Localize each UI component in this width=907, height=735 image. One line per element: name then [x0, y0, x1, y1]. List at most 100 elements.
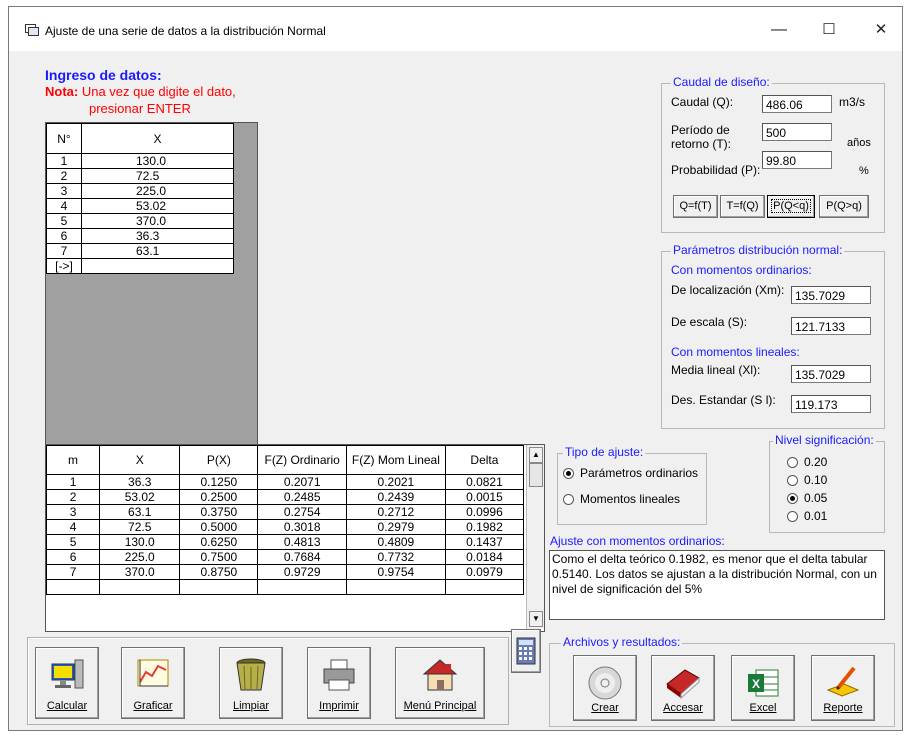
results-cell[interactable]: 0.1437 — [444, 534, 525, 550]
results-col-header[interactable]: F(Z) Ordinario — [257, 445, 347, 475]
results-cell[interactable]: 0.1250 — [179, 474, 259, 490]
results-cell[interactable]: 5 — [45, 534, 101, 550]
results-grid[interactable]: m X P(X) F(Z) Ordinario F(Z) Mom Lineal Delta… — [45, 444, 545, 632]
results-cell[interactable]: 2 — [45, 489, 101, 505]
results-row[interactable]: 3 63.1 0.3750 0.2754 0.2712 0.0996 — [45, 504, 525, 520]
menu-principal-button[interactable]: Menú Principal — [395, 647, 485, 719]
new-data-row[interactable]: [->] — [46, 258, 234, 274]
periodo-input[interactable]: 500 — [762, 123, 832, 141]
col-header-x[interactable]: X — [81, 123, 234, 154]
results-cell[interactable]: 0.5000 — [179, 519, 259, 535]
results-col-header[interactable]: Delta — [444, 445, 525, 475]
data-row[interactable]: 4 53.02 — [46, 198, 234, 214]
results-row[interactable]: 2 53.02 0.2500 0.2485 0.2439 0.0015 — [45, 489, 525, 505]
close-button[interactable]: ✕ — [859, 17, 903, 43]
radio-momentos-lineales[interactable] — [563, 494, 574, 505]
results-cell[interactable]: 53.02 — [99, 489, 181, 505]
excel-button[interactable]: X Excel — [731, 655, 795, 721]
results-cell[interactable]: 36.3 — [99, 474, 181, 490]
results-cell[interactable]: 0.0184 — [444, 549, 525, 565]
results-cell[interactable]: 0.7684 — [257, 549, 347, 565]
data-row-index[interactable]: 3 — [46, 183, 82, 199]
results-cell[interactable]: 0.2485 — [257, 489, 347, 505]
results-cell[interactable]: 370.0 — [99, 564, 181, 580]
data-row-value[interactable]: 72.5 — [81, 168, 234, 184]
results-row[interactable]: 1 36.3 0.1250 0.2071 0.2021 0.0821 — [45, 474, 525, 490]
results-cell[interactable]: 0.2500 — [179, 489, 259, 505]
data-row-value[interactable]: 53.02 — [81, 198, 234, 214]
data-row-value[interactable]: 63.1 — [81, 243, 234, 259]
results-cell[interactable]: 0.4813 — [257, 534, 347, 550]
des-estandar-input[interactable]: 119.173 — [791, 395, 871, 413]
p-greater-button[interactable]: P(Q>q) — [819, 195, 869, 218]
radio-nivel-010[interactable] — [787, 475, 798, 486]
data-row[interactable]: 5 370.0 — [46, 213, 234, 229]
crear-button[interactable]: Crear — [573, 655, 637, 721]
results-cell[interactable]: 0.0979 — [444, 564, 525, 580]
results-cell[interactable]: 0.7732 — [345, 549, 446, 565]
data-row-index[interactable]: 2 — [46, 168, 82, 184]
accesar-button[interactable]: Accesar — [651, 655, 715, 721]
data-row[interactable]: 6 36.3 — [46, 228, 234, 244]
results-cell[interactable]: 0.7500 — [179, 549, 259, 565]
results-cell[interactable]: 130.0 — [99, 534, 181, 550]
probabilidad-input[interactable]: 99.80 — [762, 151, 832, 169]
results-cell[interactable]: 0.2712 — [345, 504, 446, 520]
results-cell[interactable]: 0.8750 — [179, 564, 259, 580]
scroll-up-icon[interactable]: ▲ — [529, 447, 543, 463]
results-cell[interactable]: 0.0821 — [444, 474, 525, 490]
results-cell[interactable]: 6 — [45, 549, 101, 565]
calculator-button[interactable] — [511, 629, 541, 673]
q-of-t-button[interactable]: Q=f(T) — [673, 195, 718, 218]
results-col-header[interactable]: F(Z) Mom Lineal — [345, 445, 446, 475]
data-row-index[interactable]: 6 — [46, 228, 82, 244]
results-cell[interactable]: 0.2754 — [257, 504, 347, 520]
data-row[interactable]: 7 63.1 — [46, 243, 234, 259]
limpiar-button[interactable]: Limpiar — [219, 647, 283, 719]
localizacion-input[interactable]: 135.7029 — [791, 286, 871, 304]
radio-nivel-020[interactable] — [787, 457, 798, 468]
col-header-n[interactable]: N° — [46, 123, 82, 154]
results-cell[interactable]: 0.4809 — [345, 534, 446, 550]
reporte-button[interactable]: Reporte — [811, 655, 875, 721]
results-cell[interactable]: 72.5 — [99, 519, 181, 535]
results-cell[interactable]: 0.0996 — [444, 504, 525, 520]
data-row-value[interactable]: 225.0 — [81, 183, 234, 199]
results-scrollbar[interactable]: ▲ ▼ — [526, 445, 544, 629]
results-cell[interactable]: 0.2071 — [257, 474, 347, 490]
results-col-header[interactable]: P(X) — [179, 445, 259, 475]
escala-input[interactable]: 121.7133 — [791, 317, 871, 335]
results-row[interactable]: 7 370.0 0.8750 0.9729 0.9754 0.0979 — [45, 564, 525, 580]
results-col-header[interactable]: X — [99, 445, 181, 475]
results-cell[interactable]: 7 — [45, 564, 101, 580]
imprimir-button[interactable]: Imprimir — [307, 647, 371, 719]
results-cell[interactable]: 0.3750 — [179, 504, 259, 520]
caudal-q-input[interactable]: 486.06 — [762, 95, 832, 113]
p-less-button[interactable]: P(Q<q) — [767, 195, 815, 218]
data-row[interactable]: 2 72.5 — [46, 168, 234, 184]
results-col-header[interactable]: m — [45, 445, 101, 475]
data-row-index[interactable]: 7 — [46, 243, 82, 259]
results-cell[interactable]: 63.1 — [99, 504, 181, 520]
data-row-value[interactable]: 130.0 — [81, 153, 234, 169]
results-cell[interactable]: 0.3018 — [257, 519, 347, 535]
results-cell[interactable]: 0.6250 — [179, 534, 259, 550]
results-row[interactable]: 5 130.0 0.6250 0.4813 0.4809 0.1437 — [45, 534, 525, 550]
results-cell[interactable]: 3 — [45, 504, 101, 520]
t-of-q-button[interactable]: T=f(Q) — [720, 195, 765, 218]
results-cell[interactable]: 0.9729 — [257, 564, 347, 580]
data-row-index[interactable]: 5 — [46, 213, 82, 229]
data-row-index[interactable]: 1 — [46, 153, 82, 169]
results-row[interactable]: 4 72.5 0.5000 0.3018 0.2979 0.1982 — [45, 519, 525, 535]
results-cell[interactable]: 225.0 — [99, 549, 181, 565]
radio-nivel-005[interactable] — [787, 493, 798, 504]
calcular-button[interactable]: Calcular — [35, 647, 99, 719]
maximize-button[interactable]: ☐ — [807, 17, 851, 43]
minimize-button[interactable]: — — [757, 17, 801, 43]
new-row-value[interactable] — [81, 258, 234, 274]
media-lineal-input[interactable]: 135.7029 — [791, 365, 871, 383]
data-row[interactable]: 1 130.0 — [46, 153, 234, 169]
ajuste-result-text[interactable]: Como el delta teórico 0.1982, es menor q… — [549, 550, 885, 620]
results-cell[interactable]: 0.9754 — [345, 564, 446, 580]
scroll-down-icon[interactable]: ▼ — [529, 611, 543, 627]
